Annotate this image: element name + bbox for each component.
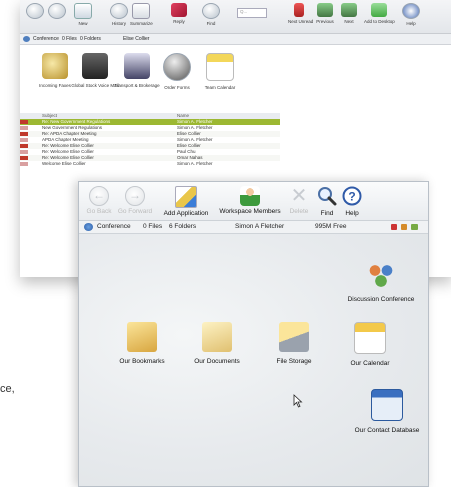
message-sender: Simon A. Fletcher <box>177 161 213 166</box>
workspace-content-area: Discussion Conference Our Bookmarks Our … <box>79 234 428 486</box>
history-button[interactable]: History <box>108 3 130 26</box>
reply-button[interactable]: Reply <box>168 3 190 24</box>
bookmark-folder-icon <box>127 322 157 352</box>
add-desktop-icon <box>371 3 387 17</box>
next-icon <box>341 3 357 17</box>
flag-icon <box>20 132 28 136</box>
forward-icon <box>48 3 66 19</box>
pencil-icon <box>401 224 407 230</box>
delete-x-icon: ✕ <box>290 185 308 207</box>
summarize-icon <box>132 3 150 19</box>
phone-icon <box>82 53 108 79</box>
mouse-cursor-icon <box>293 394 303 410</box>
flag-icon <box>20 150 28 154</box>
help-icon <box>402 3 420 19</box>
workspace-status-bar: Conference 0 Files 6 Folders Simon A Fle… <box>79 221 428 234</box>
new-document-icon <box>74 3 92 19</box>
workspace-members-button[interactable]: Workspace Members <box>217 186 283 215</box>
next-unread-button[interactable]: Next Unread <box>288 3 313 24</box>
go-forward-button[interactable]: → Go Forward <box>117 186 153 215</box>
members-icon <box>240 186 260 206</box>
documents-folder-icon <box>202 322 232 352</box>
svg-text:?: ? <box>348 190 355 204</box>
previous-icon <box>317 3 333 17</box>
message-row[interactable]: Welcome Elise Collier Simon A. Fletcher <box>20 161 280 167</box>
people-group-icon <box>366 260 396 290</box>
storage-folder-icon <box>279 322 309 352</box>
tile-discussion-conference[interactable]: Discussion Conference <box>339 260 423 303</box>
flag-icon <box>20 138 28 142</box>
flag-icon <box>20 156 28 160</box>
find-button[interactable]: Find <box>316 186 338 217</box>
search-input[interactable]: Q... <box>237 8 267 18</box>
flag-icon <box>20 144 28 148</box>
app-team-calendar[interactable]: Team Calendar <box>195 53 245 91</box>
magnifier-icon <box>316 186 338 208</box>
flag-icon <box>20 162 28 166</box>
help-question-icon: ? <box>341 186 363 208</box>
conference-icon <box>84 223 93 231</box>
flag-icon <box>20 120 28 124</box>
workspace-window: ← Go Back → Go Forward Add Application W… <box>78 181 429 487</box>
reply-icon <box>171 3 187 17</box>
add-to-desktop-button[interactable]: Add to Desktop <box>364 3 395 24</box>
printer-icon <box>124 53 150 79</box>
back-icon <box>26 3 44 19</box>
calendar-icon <box>354 322 386 354</box>
previous-button[interactable]: Previous <box>314 3 336 24</box>
status-indicator-icon <box>391 224 397 230</box>
flag-icon <box>20 126 28 130</box>
go-back-button[interactable]: ← Go Back <box>85 186 113 215</box>
tile-our-contact-database[interactable]: Our Contact Database <box>347 389 427 434</box>
cropped-caption-text: ce, <box>0 383 15 395</box>
contact-card-icon <box>371 389 403 421</box>
summarize-button[interactable]: Summarize <box>130 3 153 26</box>
find-icon <box>202 3 220 19</box>
next-unread-icon <box>294 3 304 17</box>
add-application-button[interactable]: Add Application <box>159 186 213 217</box>
help-button[interactable]: ? Help <box>341 186 363 217</box>
forward-arrow-icon: → <box>125 186 145 206</box>
tile-file-storage[interactable]: File Storage <box>269 322 319 365</box>
back-toolbar: New History Summarize Reply Find Q... Ne… <box>20 0 451 34</box>
message-rows: Re: New Government Regulations Simon A. F… <box>20 119 280 167</box>
resize-icon <box>411 224 418 230</box>
message-subject: Welcome Elise Collier <box>42 161 86 166</box>
add-application-icon <box>175 186 197 208</box>
back-status-bar: Conference 0 Files 0 Folders Elise Colli… <box>20 34 451 45</box>
find-button[interactable]: Find <box>200 3 222 26</box>
workspace-toolbar: ← Go Back → Go Forward Add Application W… <box>79 182 428 221</box>
new-button[interactable]: New <box>72 3 94 26</box>
back-nav-button[interactable] <box>24 3 46 21</box>
next-button[interactable]: Next <box>338 3 360 24</box>
tile-our-documents[interactable]: Our Documents <box>189 322 245 365</box>
message-list: Subject Name Re: New Government Regulati… <box>20 113 280 167</box>
delete-button[interactable]: ✕ Delete <box>288 186 310 215</box>
calendar-icon <box>206 53 234 81</box>
forward-nav-button[interactable] <box>46 3 68 21</box>
bell-icon <box>163 53 191 81</box>
history-icon <box>110 3 128 19</box>
tile-our-calendar[interactable]: Our Calendar <box>345 322 395 367</box>
workspace-icon <box>23 36 30 42</box>
help-button[interactable]: Help <box>400 3 422 26</box>
back-arrow-icon: ← <box>89 186 109 206</box>
tile-our-bookmarks[interactable]: Our Bookmarks <box>114 322 170 365</box>
fax-icon <box>42 53 68 79</box>
